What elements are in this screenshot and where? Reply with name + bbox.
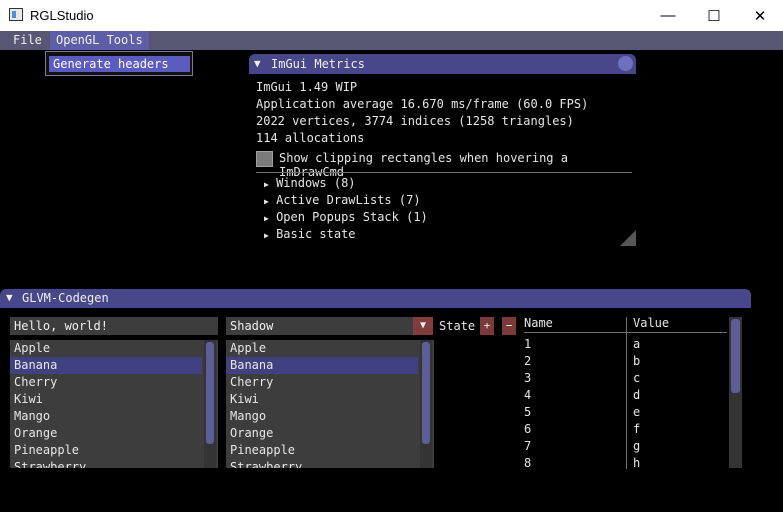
table-cell: f [633, 422, 641, 436]
scrollbar[interactable] [204, 340, 216, 468]
metrics-vertices: 2022 vertices, 3774 indices (1258 triang… [256, 114, 574, 128]
opengl-tools-dropdown: Generate headers [45, 51, 193, 76]
list-item[interactable]: Cherry [10, 374, 202, 391]
close-icon: ✕ [753, 7, 767, 25]
close-circle-icon[interactable] [618, 56, 633, 71]
table-header-name: Name [524, 316, 553, 330]
tree-arrow-icon: ▶ [264, 180, 269, 189]
state-label: State [439, 319, 476, 333]
menu-bar: File OpenGL Tools [0, 31, 783, 50]
tree-node-drawlists[interactable]: ▶ Active DrawLists (7) [264, 193, 421, 207]
table-column-value: a b c d e f g h [633, 336, 723, 472]
table-cell: d [633, 388, 641, 402]
metrics-frame-time: Application average 16.670 ms/frame (60.… [256, 97, 589, 111]
metrics-allocations: 114 allocations [256, 131, 365, 145]
list-item[interactable]: Orange [10, 425, 202, 442]
table-header-value: Value [633, 316, 670, 330]
table-column-separator [626, 317, 627, 469]
list-item[interactable]: Pineapple [226, 442, 418, 459]
state-increment-button[interactable]: + [480, 317, 494, 335]
list-item[interactable]: Banana [10, 357, 202, 374]
list-item[interactable]: Apple [10, 340, 202, 357]
table-cell: b [633, 354, 641, 368]
minimize-icon: — [660, 7, 676, 24]
table-scrollbar[interactable] [729, 317, 742, 468]
list-item[interactable]: Mango [226, 408, 418, 425]
combo-arrow-icon[interactable]: ▼ [413, 317, 433, 335]
collapse-triangle-icon[interactable]: ▼ [6, 291, 13, 304]
collapse-triangle-icon[interactable]: ▼ [254, 57, 261, 70]
maximize-button[interactable]: ☐ [691, 0, 737, 31]
imgui-metrics-window: ▼ ImGui Metrics ImGui 1.49 WIP Applicati… [249, 54, 636, 247]
maximize-icon: ☐ [707, 7, 721, 25]
list-item[interactable]: Kiwi [10, 391, 202, 408]
table-cell: 6 [524, 422, 532, 436]
scrollbar-thumb[interactable] [422, 342, 430, 444]
metrics-title: ImGui Metrics [271, 57, 365, 71]
list-item[interactable]: Strawberry [226, 459, 418, 468]
menu-item-generate-headers[interactable]: Generate headers [49, 56, 190, 72]
clip-rect-checkbox[interactable] [256, 151, 273, 167]
table-scrollbar-thumb[interactable] [731, 319, 740, 393]
list-item[interactable]: Cherry [226, 374, 418, 391]
list-item[interactable]: Orange [226, 425, 418, 442]
table-column-name: 1 2 3 4 5 6 7 8 [524, 336, 624, 472]
separator [256, 172, 632, 173]
codegen-title: GLVM-Codegen [22, 291, 109, 305]
window-titlebar[interactable]: RGLStudio — ☐ ✕ [0, 0, 783, 31]
table-cell: g [633, 439, 641, 453]
table-cell: 3 [524, 371, 532, 385]
tree-node-windows[interactable]: ▶ Windows (8) [264, 176, 356, 190]
resize-grip-icon[interactable] [620, 230, 636, 246]
codegen-titlebar[interactable]: ▼ GLVM-Codegen [0, 289, 751, 308]
list-item[interactable]: Kiwi [226, 391, 418, 408]
list-item[interactable]: Pineapple [10, 442, 202, 459]
fruit-listbox-1: Apple Banana Cherry Kiwi Mango Orange Pi… [10, 340, 218, 468]
table-clip-mask [524, 469, 729, 512]
table-cell: 7 [524, 439, 532, 453]
tree-arrow-icon: ▶ [264, 231, 269, 240]
list-item[interactable]: Banana [226, 357, 418, 374]
list-item[interactable]: Strawberry [10, 459, 202, 468]
list-item[interactable]: Mango [10, 408, 202, 425]
table-cell: 4 [524, 388, 532, 402]
app-icon [9, 8, 23, 21]
state-decrement-button[interactable]: − [502, 317, 516, 335]
scrollbar-thumb[interactable] [206, 342, 214, 444]
table-cell: 2 [524, 354, 532, 368]
tree-node-basic-state[interactable]: ▶ Basic state [264, 227, 356, 241]
close-button[interactable]: ✕ [737, 0, 783, 31]
metrics-version: ImGui 1.49 WIP [256, 80, 358, 94]
tree-arrow-icon: ▶ [264, 197, 269, 206]
fruit-listbox-2: Apple Banana Cherry Kiwi Mango Orange Pi… [226, 340, 434, 468]
table-cell: 1 [524, 337, 532, 351]
list-item[interactable]: Apple [226, 340, 418, 357]
table-cell: a [633, 337, 641, 351]
menu-file[interactable]: File [7, 31, 48, 50]
scrollbar[interactable] [420, 340, 432, 468]
text-input[interactable]: Hello, world! [10, 317, 218, 335]
tree-node-popups[interactable]: ▶ Open Popups Stack (1) [264, 210, 428, 224]
combo-box[interactable]: Shadow [226, 317, 413, 335]
menu-opengl-tools[interactable]: OpenGL Tools [50, 31, 149, 50]
clip-rect-label[interactable]: Show clipping rectangles when hovering a… [279, 151, 636, 179]
window-title: RGLStudio [30, 8, 94, 23]
metrics-titlebar[interactable]: ▼ ImGui Metrics [249, 54, 636, 74]
table-cell: e [633, 405, 641, 419]
minimize-button[interactable]: — [645, 0, 691, 31]
table-cell: 5 [524, 405, 532, 419]
tree-arrow-icon: ▶ [264, 214, 269, 223]
table-cell: c [633, 371, 641, 385]
